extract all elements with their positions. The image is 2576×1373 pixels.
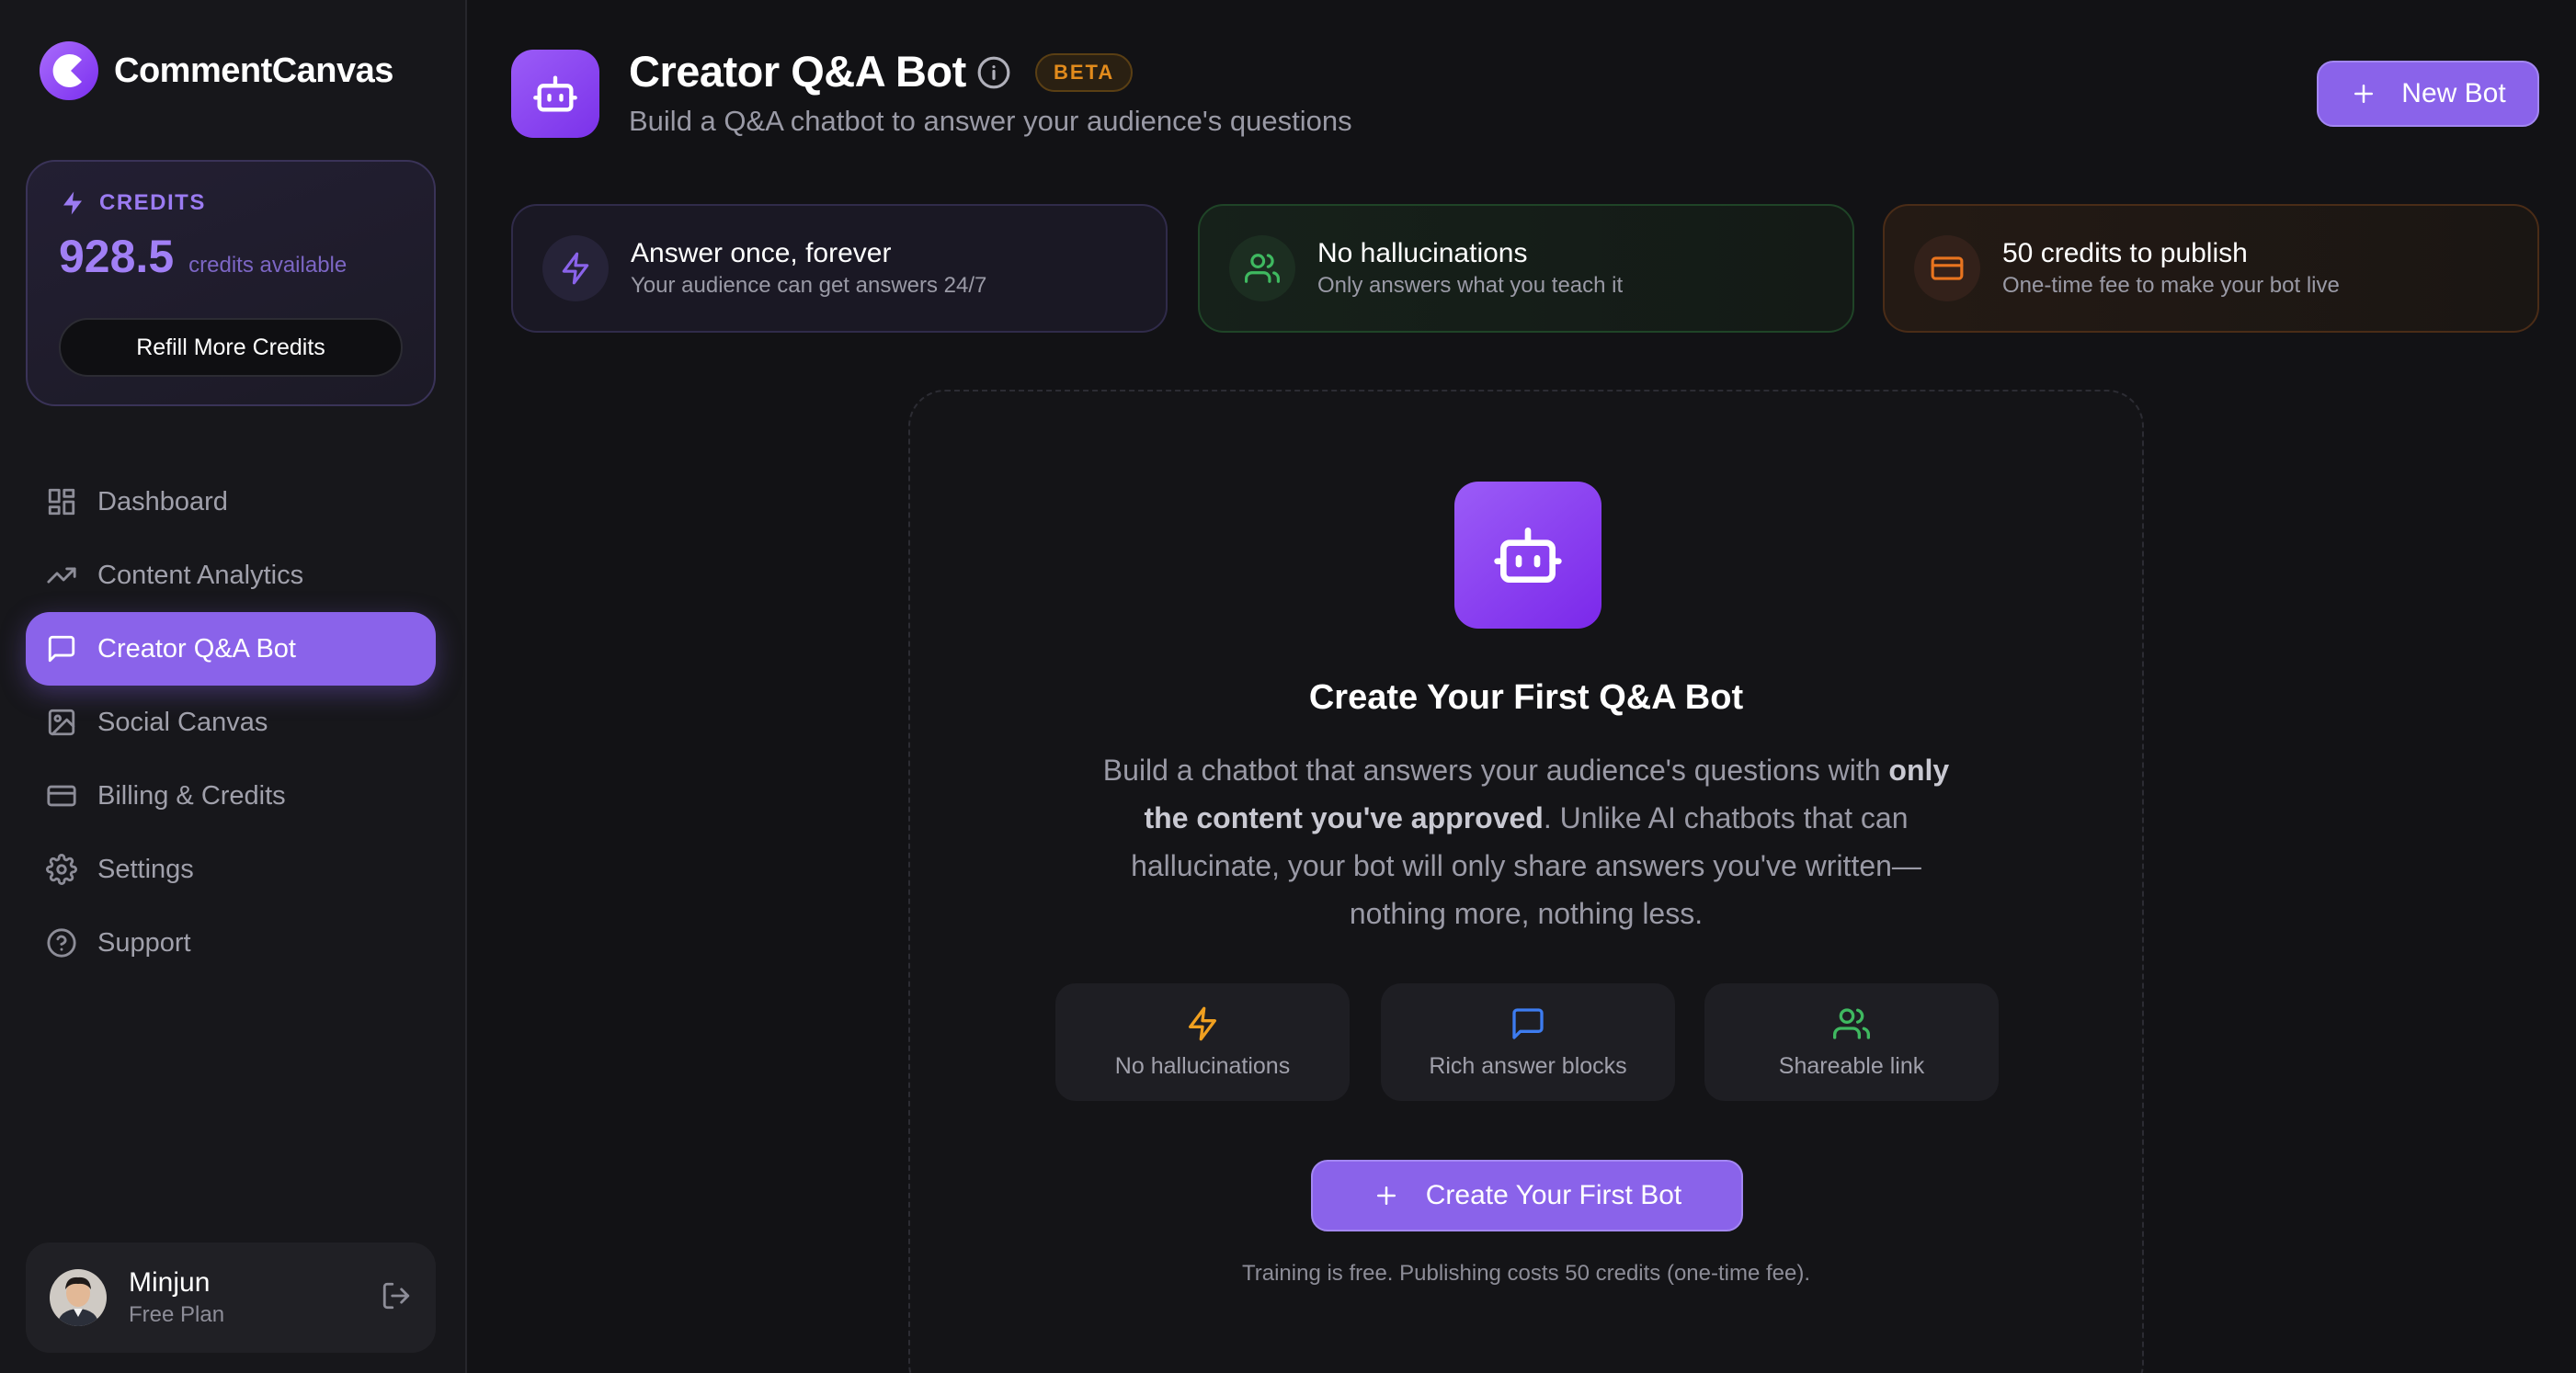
refill-credits-button[interactable]: Refill More Credits [59, 318, 403, 377]
page-subtitle: Build a Q&A chatbot to answer your audie… [629, 105, 1352, 137]
create-first-bot-label: Create Your First Bot [1425, 1180, 1682, 1210]
feature-icon-wrap [1914, 235, 1980, 301]
highlight-no-hallucinations: No hallucinations [1055, 983, 1350, 1101]
page-title: Creator Q&A Bot [629, 47, 966, 96]
highlight-rich-answer-blocks: Rich answer blocks [1381, 983, 1675, 1101]
credits-heading-label: CREDITS [99, 190, 206, 215]
sidebar-item-settings[interactable]: Settings [26, 833, 436, 906]
brand-logo-icon [40, 41, 98, 100]
new-bot-label: New Bot [2401, 78, 2506, 108]
sidebar-item-label: Support [97, 927, 191, 958]
feature-subtitle: One-time fee to make your bot live [2002, 273, 2340, 298]
empty-state-panel: Create Your First Q&A Bot Build a chatbo… [908, 390, 2144, 1373]
logout-icon [382, 1282, 410, 1309]
new-bot-button[interactable]: New Bot [2317, 61, 2539, 127]
empty-state-icon [1454, 482, 1601, 629]
user-plan: Free Plan [129, 1302, 225, 1327]
user-name: Minjun [129, 1267, 211, 1298]
dashboard-icon [48, 488, 75, 516]
brand[interactable]: CommentCanvas [39, 40, 393, 101]
bot-icon [533, 75, 577, 112]
sidebar-item-label: Content Analytics [97, 560, 304, 590]
users-icon [1245, 254, 1280, 283]
sidebar-item-creator-qa-bot[interactable]: Creator Q&A Bot [26, 612, 436, 686]
credits-heading: CREDITS [59, 189, 403, 217]
message-square-icon [1512, 1007, 1544, 1039]
sidebar-item-content-analytics[interactable]: Content Analytics [26, 539, 436, 612]
sidebar-item-support[interactable]: Support [26, 906, 436, 980]
feature-card-no-hallucinations: No hallucinations Only answers what you … [1198, 204, 1854, 333]
feature-subtitle: Your audience can get answers 24/7 [631, 273, 987, 298]
plus-icon [1376, 1186, 1396, 1205]
info-icon[interactable] [976, 55, 1011, 90]
credits-unit-label: credits available [188, 253, 348, 278]
trending-up-icon [47, 567, 76, 584]
sidebar: CommentCanvas CREDITS 928.5 credits avai… [0, 0, 467, 1373]
feature-subtitle: Only answers what you teach it [1317, 273, 1624, 298]
sidebar-item-label: Dashboard [97, 486, 228, 516]
highlight-shareable-link: Shareable link [1704, 983, 1999, 1101]
desc-part: Build a chatbot that answers your audien… [1102, 754, 1889, 787]
page-icon [511, 50, 599, 138]
highlight-label: No hallucinations [1114, 1052, 1291, 1079]
credit-card-icon [47, 785, 76, 807]
credits-value: 928.5 [59, 231, 175, 282]
zap-icon [562, 252, 589, 285]
sidebar-item-social-canvas[interactable]: Social Canvas [26, 686, 436, 759]
brand-name: CommentCanvas [114, 51, 393, 90]
feature-icon-wrap [542, 235, 609, 301]
sidebar-item-label: Social Canvas [97, 707, 268, 737]
credit-card-icon [1931, 256, 1964, 280]
users-icon [1833, 1007, 1870, 1039]
create-first-bot-button[interactable]: Create Your First Bot [1311, 1160, 1743, 1231]
beta-badge: BETA [1035, 53, 1134, 92]
publish-footnote: Training is free. Publishing costs 50 cr… [1241, 1261, 1811, 1286]
message-square-icon [48, 635, 75, 663]
sidebar-nav: Dashboard Content Analytics Creator Q&A … [26, 465, 436, 980]
feature-card-answer-once: Answer once, forever Your audience can g… [511, 204, 1168, 333]
zap-icon [1189, 1006, 1216, 1040]
avatar-image [50, 1269, 107, 1326]
user-card[interactable]: Minjun Free Plan [26, 1243, 436, 1353]
highlight-label: Shareable link [1778, 1052, 1925, 1079]
feature-title: 50 credits to publish [2002, 238, 2248, 268]
sidebar-item-label: Creator Q&A Bot [97, 633, 296, 664]
sidebar-item-label: Settings [97, 854, 194, 884]
image-icon [48, 709, 75, 736]
highlight-label: Rich answer blocks [1429, 1052, 1627, 1079]
sidebar-item-billing-credits[interactable]: Billing & Credits [26, 759, 436, 833]
plus-icon [2354, 85, 2374, 103]
feature-card-publish-cost: 50 credits to publish One-time fee to ma… [1883, 204, 2539, 333]
empty-state-description: Build a chatbot that answers your audien… [1094, 746, 1958, 937]
sidebar-item-label: Billing & Credits [97, 780, 286, 811]
feature-title: Answer once, forever [631, 238, 892, 268]
feature-icon-wrap [1229, 235, 1295, 301]
credits-card: CREDITS 928.5 credits available Refill M… [26, 160, 436, 406]
help-circle-icon [47, 928, 76, 958]
empty-state-title: Create Your First Q&A Bot [1308, 678, 1744, 717]
zap-icon [63, 191, 82, 215]
feature-title: No hallucinations [1317, 238, 1528, 268]
gear-icon [46, 854, 77, 885]
avatar [50, 1269, 107, 1326]
sidebar-item-dashboard[interactable]: Dashboard [26, 465, 436, 539]
logout-button[interactable] [381, 1280, 412, 1316]
bot-icon [1494, 528, 1562, 583]
